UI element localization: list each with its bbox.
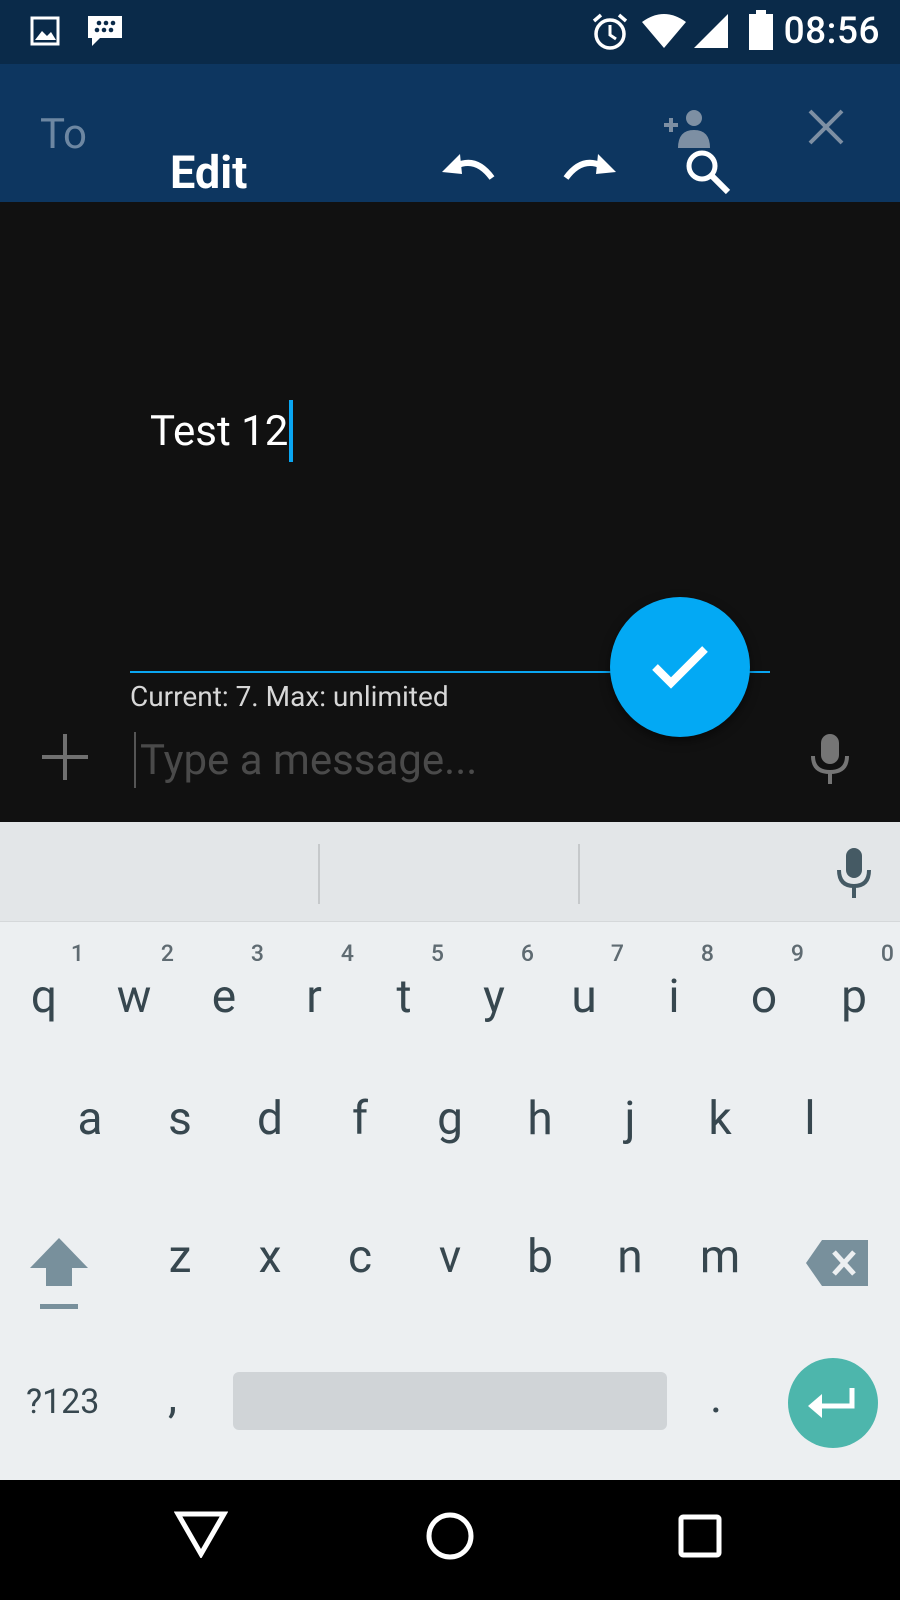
enter-icon — [808, 1388, 855, 1418]
navigation-bar — [0, 1480, 900, 1600]
voice-input-icon[interactable] — [836, 848, 872, 898]
status-time: 08:56 — [783, 10, 880, 53]
key-u[interactable]: 7u — [540, 940, 628, 1052]
keyboard: 1q 2w 3e 4r 5t 6y 7u 8i 9o 0p a s d f g … — [0, 822, 900, 1480]
microphone-icon[interactable] — [810, 734, 850, 784]
key-m[interactable]: m — [676, 1210, 764, 1320]
key-p[interactable]: 0p — [810, 940, 898, 1052]
text-cursor — [289, 400, 294, 462]
attach-plus-icon[interactable] — [40, 732, 90, 782]
to-field-label[interactable]: To — [40, 110, 87, 159]
suggestion-strip — [0, 822, 900, 922]
suggestion-divider — [318, 844, 320, 904]
home-icon[interactable] — [424, 1510, 476, 1562]
key-s[interactable]: s — [136, 1072, 224, 1182]
compose-row: Type a message... — [0, 724, 900, 804]
suggestion-divider — [578, 844, 580, 904]
key-z[interactable]: z — [136, 1210, 224, 1320]
edit-panel: Test 12 Current: 7. Max: unlimited Type … — [0, 202, 900, 822]
symbols-key[interactable]: ?123 — [26, 1382, 99, 1422]
key-b[interactable]: b — [496, 1210, 584, 1320]
recents-icon[interactable] — [678, 1514, 722, 1558]
key-y[interactable]: 6y — [450, 940, 538, 1052]
back-icon[interactable] — [174, 1510, 228, 1558]
key-f[interactable]: f — [316, 1072, 404, 1182]
space-key[interactable] — [233, 1372, 667, 1430]
key-n[interactable]: n — [586, 1210, 674, 1320]
key-t[interactable]: 5t — [360, 940, 448, 1052]
key-o[interactable]: 9o — [720, 940, 808, 1052]
key-e[interactable]: 3e — [180, 940, 268, 1052]
key-g[interactable]: g — [406, 1072, 494, 1182]
character-counter: Current: 7. Max: unlimited — [130, 680, 449, 713]
status-bar: 08:56 — [0, 0, 900, 64]
shift-key-icon[interactable] — [28, 1236, 90, 1312]
key-l[interactable]: l — [766, 1072, 854, 1182]
message-cursor — [134, 732, 136, 788]
add-contact-icon[interactable] — [662, 108, 714, 148]
key-q[interactable]: 1q — [0, 940, 88, 1052]
battery-icon — [749, 10, 773, 50]
undo-icon[interactable] — [442, 152, 496, 184]
enter-key[interactable] — [788, 1358, 878, 1448]
key-h[interactable]: h — [496, 1072, 584, 1182]
edit-text-field[interactable]: Test 12 — [150, 400, 294, 462]
edit-text-value: Test 12 — [150, 406, 289, 456]
comma-key[interactable]: , — [168, 1370, 177, 1424]
backspace-icon[interactable] — [806, 1240, 868, 1286]
key-a[interactable]: a — [46, 1072, 134, 1182]
key-w[interactable]: 2w — [90, 940, 178, 1052]
page-title: Edit — [170, 146, 248, 199]
confirm-button[interactable] — [610, 597, 750, 737]
alarm-icon — [592, 13, 628, 50]
key-v[interactable]: v — [406, 1210, 494, 1320]
key-d[interactable]: d — [226, 1072, 314, 1182]
key-k[interactable]: k — [676, 1072, 764, 1182]
key-c[interactable]: c — [316, 1210, 404, 1320]
close-icon[interactable] — [808, 109, 844, 145]
key-j[interactable]: j — [586, 1072, 674, 1182]
app-bar: To Edit — [0, 64, 900, 202]
key-x[interactable]: x — [226, 1210, 314, 1320]
wifi-icon — [642, 14, 686, 48]
search-icon[interactable] — [684, 148, 732, 196]
checkmark-icon — [652, 646, 708, 689]
redo-icon[interactable] — [562, 152, 616, 184]
key-i[interactable]: 8i — [630, 940, 718, 1052]
gallery-notification-icon — [30, 16, 60, 46]
period-key[interactable]: . — [710, 1370, 722, 1424]
bbm-notification-icon — [88, 16, 122, 46]
cell-signal-icon — [694, 14, 728, 48]
key-r[interactable]: 4r — [270, 940, 358, 1052]
